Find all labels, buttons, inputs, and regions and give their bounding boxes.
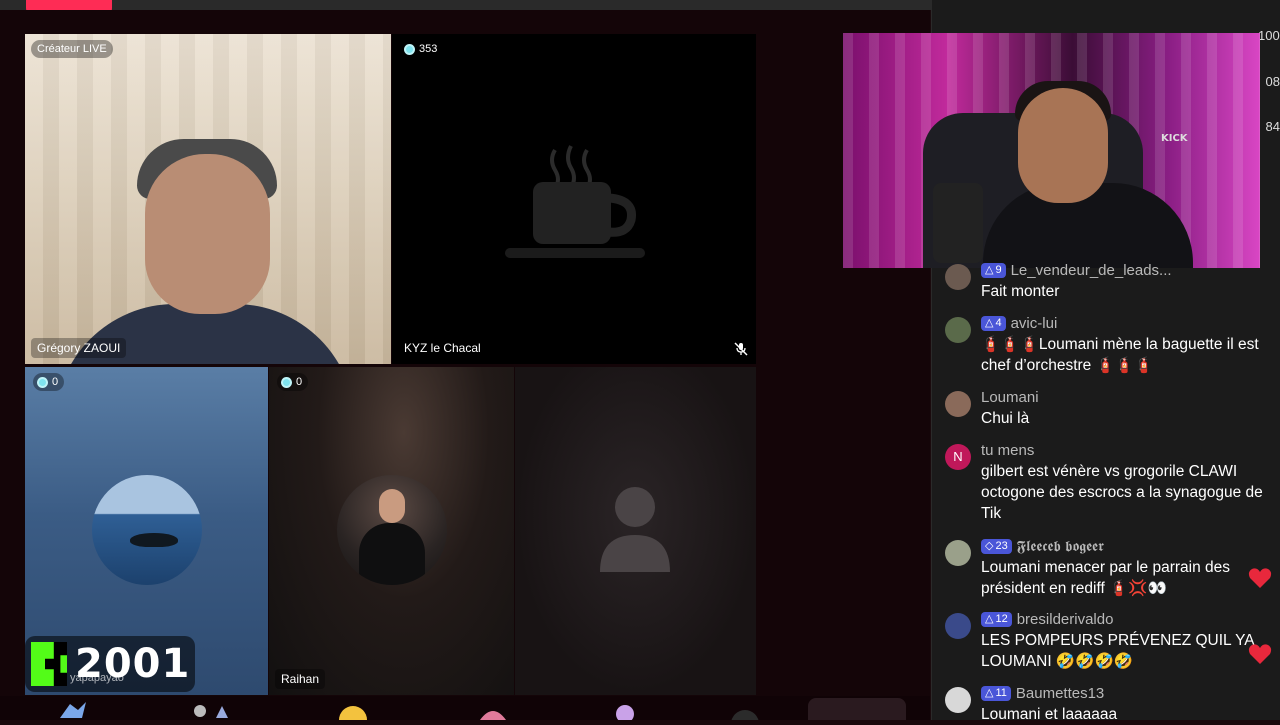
user-avatar xyxy=(945,540,971,566)
heart-reaction-icon xyxy=(1248,568,1272,588)
streamer-face xyxy=(1018,88,1108,203)
user-avatar xyxy=(945,687,971,713)
creator-live-badge: Créateur LIVE xyxy=(31,40,113,58)
user-avatar xyxy=(945,317,971,343)
user-avatar xyxy=(945,391,971,417)
host-face xyxy=(145,154,270,314)
message-text: Chui là xyxy=(981,410,1030,427)
microphone xyxy=(933,183,983,263)
level-badge: △ 12 xyxy=(981,611,1012,627)
message-text: LES POMPEURS PRÉVENEZ QUIL YA LOUMANI 🤣🤣… xyxy=(981,632,1254,670)
message-text: gilbert est vénère vs grogorile CLAWI oc… xyxy=(981,463,1263,522)
chat-message[interactable]: △ 4 avic-lui 🧯🧯🧯Loumani mène la baguette … xyxy=(945,313,1275,377)
heart-reaction-icon xyxy=(1248,644,1272,664)
gift-tab[interactable] xyxy=(808,698,906,720)
chat-message[interactable]: △ 11 Baumettes13 Loumani et laaaaaa xyxy=(945,683,1275,723)
viewer-count-badge: 0 xyxy=(277,373,309,391)
user-avatar xyxy=(945,613,971,639)
guest-avatar-whale xyxy=(92,475,202,585)
viewer-count: 0 xyxy=(52,376,59,388)
chat-message[interactable]: △ 12 bresilderivaldo LES POMPEURS PRÉVENE… xyxy=(945,609,1275,673)
message-header: Loumani xyxy=(981,387,1039,407)
viewer-icon xyxy=(404,43,415,55)
username[interactable]: bresilderivaldo xyxy=(1017,611,1114,628)
host-video-tile[interactable]: Créateur LIVE Grégory ZAOUI xyxy=(25,34,391,364)
viewer-count: 353 xyxy=(419,43,438,55)
mic-muted-icon xyxy=(734,342,748,356)
message-text: 🧯🧯🧯Loumani mène la baguette il est chef … xyxy=(981,336,1259,374)
coffee-break-icon xyxy=(505,145,645,258)
kick-logo-icon xyxy=(31,642,67,686)
message-header: △ 9 Le_vendeur_de_leads... xyxy=(981,260,1172,280)
guest-name-label: KYZ le Chacal xyxy=(398,338,487,358)
whale-icon xyxy=(130,533,178,547)
gift-bar xyxy=(0,696,930,720)
viewer-icon xyxy=(37,376,48,388)
gift-item-icon[interactable] xyxy=(336,706,370,720)
level-badge: △ 9 xyxy=(981,262,1006,278)
guest-avatar-raihan xyxy=(337,475,447,585)
viewer-count-badge: 353 xyxy=(400,40,444,58)
gift-item-icon[interactable] xyxy=(728,710,762,720)
message-text: Loumani menacer par le parrain des prési… xyxy=(981,559,1230,597)
gift-item-icon[interactable] xyxy=(190,704,236,718)
person-placeholder-icon xyxy=(600,487,670,572)
chat-message[interactable]: ◇ 23 𝕱𝖑𝖊𝖊𝖈𝖊𝖇 𝖇𝖔𝖌𝖊𝖊𝖗 Loumani menacer par l… xyxy=(945,536,1275,600)
message-text: Loumani et laaaaaa xyxy=(981,706,1118,723)
side-stat: 100K xyxy=(1258,28,1280,43)
level-number: 11 xyxy=(995,686,1007,699)
gift-item-icon[interactable] xyxy=(58,702,88,718)
level-number: 23 xyxy=(995,539,1008,552)
level-number: 12 xyxy=(995,612,1008,625)
chat-message[interactable]: N tu mens gilbert est vénère vs grogoril… xyxy=(945,440,1275,524)
streamer-webcam-overlay: KICK xyxy=(843,33,1260,268)
message-header: △ 11 Baumettes13 xyxy=(981,683,1104,703)
gift-item-icon[interactable] xyxy=(610,702,640,720)
level-badge: △ 4 xyxy=(981,315,1006,331)
username[interactable]: 𝕱𝖑𝖊𝖊𝖈𝖊𝖇 𝖇𝖔𝖌𝖊𝖊𝖗 xyxy=(1017,538,1104,555)
host-name-label: Grégory ZAOUI xyxy=(31,338,127,358)
side-stat: 84 xyxy=(1265,119,1280,134)
level-number: 4 xyxy=(995,316,1002,329)
viewer-icon xyxy=(281,376,292,388)
viewer-count: 0 xyxy=(296,376,303,388)
avatar-body xyxy=(359,523,425,585)
level-badge: △ 11 xyxy=(981,685,1011,701)
chat-message[interactable]: △ 9 Le_vendeur_de_leads... Fait monter xyxy=(945,260,1275,304)
guest-name-label: Raihan xyxy=(275,669,326,689)
guest-name-label: yapapayao xyxy=(70,672,124,684)
username[interactable]: avic-lui xyxy=(1011,315,1058,332)
message-header: △ 4 avic-lui xyxy=(981,313,1057,333)
level-number: 9 xyxy=(995,263,1002,276)
username[interactable]: Baumettes13 xyxy=(1016,685,1104,702)
username[interactable]: tu mens xyxy=(981,442,1034,459)
username[interactable]: Loumani xyxy=(981,389,1039,406)
message-header: ◇ 23 𝕱𝖑𝖊𝖊𝖈𝖊𝖇 𝖇𝖔𝖌𝖊𝖊𝖗 xyxy=(981,536,1104,556)
user-avatar-letter: N xyxy=(945,444,971,470)
message-header: △ 12 bresilderivaldo xyxy=(981,609,1113,629)
viewer-count-badge: 0 xyxy=(33,373,65,391)
chat-message[interactable]: Loumani Chui là xyxy=(945,387,1275,431)
avatar-head xyxy=(379,489,405,523)
username[interactable]: Le_vendeur_de_leads... xyxy=(1011,262,1172,279)
user-avatar xyxy=(945,264,971,290)
message-header: tu mens xyxy=(981,440,1034,460)
message-text: Fait monter xyxy=(981,283,1060,300)
level-badge: ◇ 23 xyxy=(981,538,1012,554)
chair-logo-text: KICK xyxy=(1161,133,1188,144)
side-stat: 08 xyxy=(1265,74,1280,89)
gift-item-icon[interactable] xyxy=(478,708,508,720)
